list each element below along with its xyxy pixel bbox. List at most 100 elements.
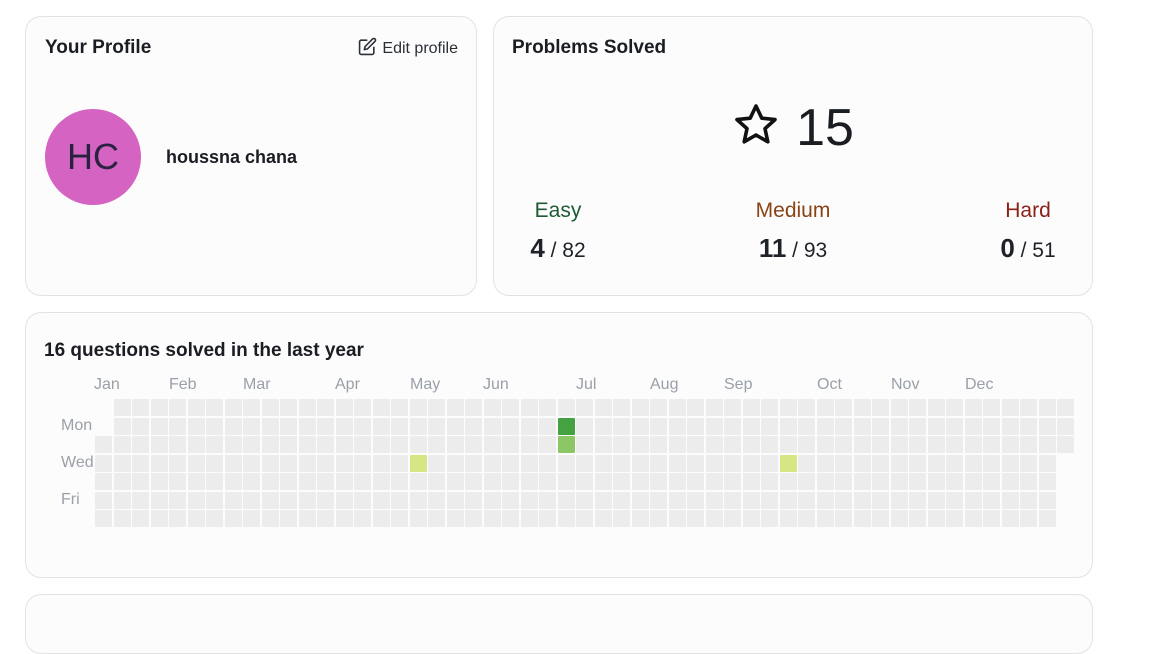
heatmap-cell — [576, 436, 593, 453]
heatmap-cell — [835, 510, 852, 527]
heatmap-cell — [964, 436, 982, 453]
heatmap-cell — [650, 399, 667, 416]
heatmap-cell — [243, 436, 260, 453]
heatmap-cell — [483, 417, 501, 435]
heatmap-cell — [557, 473, 575, 490]
heatmap-cell — [113, 454, 131, 472]
heatmap-cell — [280, 399, 297, 416]
heatmap-cell — [354, 417, 371, 435]
heatmap-cell — [576, 417, 593, 435]
heatmap-cell — [909, 473, 926, 490]
heatmap-cell — [483, 510, 501, 527]
heatmap-cell — [261, 473, 279, 490]
heatmap-title: 16 questions solved in the last year — [44, 340, 364, 361]
heatmap-cell — [391, 399, 408, 416]
heatmap-cell — [668, 491, 686, 509]
heatmap-cell — [335, 510, 353, 527]
heatmap-cell — [206, 399, 223, 416]
next-card — [25, 594, 1093, 654]
heatmap-cell — [890, 417, 908, 435]
heatmap-cell — [705, 399, 723, 416]
heatmap-cell — [668, 473, 686, 490]
heatmap-cell — [502, 454, 519, 472]
heatmap-cell — [650, 454, 667, 472]
heatmap-cell — [650, 491, 667, 509]
heatmap-cell — [594, 436, 612, 453]
heatmap-cell — [835, 473, 852, 490]
heatmap-cell — [298, 491, 316, 509]
heatmap-cell — [761, 417, 778, 435]
heatmap-cell — [946, 510, 963, 527]
heatmap-cell — [613, 491, 630, 509]
heatmap-cell — [613, 417, 630, 435]
profile-card: Your Profile Edit profile HC houssna cha… — [25, 16, 477, 296]
heatmap-cell — [964, 454, 982, 472]
easy-solved: 4 — [530, 233, 545, 263]
heatmap-cell — [243, 399, 260, 416]
month-label: Nov — [891, 376, 920, 393]
heatmap-cell — [354, 473, 371, 490]
heatmap-cell — [95, 491, 112, 509]
heatmap-cell — [1001, 491, 1019, 509]
month-label: Apr — [335, 376, 360, 393]
month-label: May — [410, 376, 441, 393]
heatmap-cell — [169, 417, 186, 435]
day-label: Wed — [61, 454, 94, 471]
heatmap-cell — [298, 417, 316, 435]
heatmap-cell — [927, 399, 945, 416]
heatmap-cell — [687, 399, 704, 416]
heatmap-cell — [354, 510, 371, 527]
heatmap-cell — [169, 436, 186, 453]
heatmap-cell — [446, 454, 464, 472]
heatmap-cell — [816, 491, 834, 509]
heatmap-cell — [890, 399, 908, 416]
heatmap-cell — [391, 436, 408, 453]
month-label: Sep — [724, 376, 753, 393]
heatmap-cell — [317, 399, 334, 416]
heatmap-cell — [631, 473, 649, 490]
heatmap-cell — [668, 399, 686, 416]
heatmap-cell — [946, 473, 963, 490]
heatmap-cell — [409, 473, 427, 490]
heatmap-cell — [465, 454, 482, 472]
heatmap-cell — [280, 473, 297, 490]
heatmap-cell — [594, 491, 612, 509]
heatmap-cell — [1038, 510, 1056, 527]
heatmap-cell — [724, 510, 741, 527]
heatmap-cell — [261, 417, 279, 435]
heatmap-cell — [95, 473, 112, 490]
heatmap-cell — [631, 454, 649, 472]
heatmap-cell — [687, 454, 704, 472]
easy-stat: Easy 4 / 82 — [498, 199, 618, 264]
heatmap-cell — [446, 436, 464, 453]
edit-profile-link[interactable]: Edit profile — [358, 37, 458, 61]
heatmap-cell — [705, 473, 723, 490]
heatmap-cell — [705, 510, 723, 527]
heatmap-cell — [946, 454, 963, 472]
heatmap-cell — [187, 436, 205, 453]
heatmap-cell — [354, 436, 371, 453]
heatmap-cell — [243, 510, 260, 527]
heatmap-cell — [391, 510, 408, 527]
heatmap-cell — [372, 454, 390, 472]
heatmap-cell — [816, 417, 834, 435]
heatmap-cell — [927, 510, 945, 527]
heatmap-cell — [1001, 510, 1019, 527]
heatmap-cell — [1038, 417, 1056, 435]
heatmap-cell — [798, 454, 815, 472]
day-label: Mon — [61, 417, 93, 434]
heatmap-cell — [742, 473, 760, 490]
heatmap-cell — [594, 454, 612, 472]
heatmap-cell — [428, 454, 445, 472]
heatmap-cell — [779, 491, 797, 509]
heatmap-cell — [909, 454, 926, 472]
heatmap-cell — [113, 399, 131, 416]
heatmap-cell — [483, 399, 501, 416]
heatmap-cell — [798, 510, 815, 527]
easy-total: / 82 — [550, 239, 586, 262]
heatmap-cell — [742, 436, 760, 453]
heatmap-cell — [409, 491, 427, 509]
heatmap-cell — [816, 510, 834, 527]
hard-label: Hard — [1005, 199, 1051, 222]
heatmap-cell — [557, 491, 575, 509]
